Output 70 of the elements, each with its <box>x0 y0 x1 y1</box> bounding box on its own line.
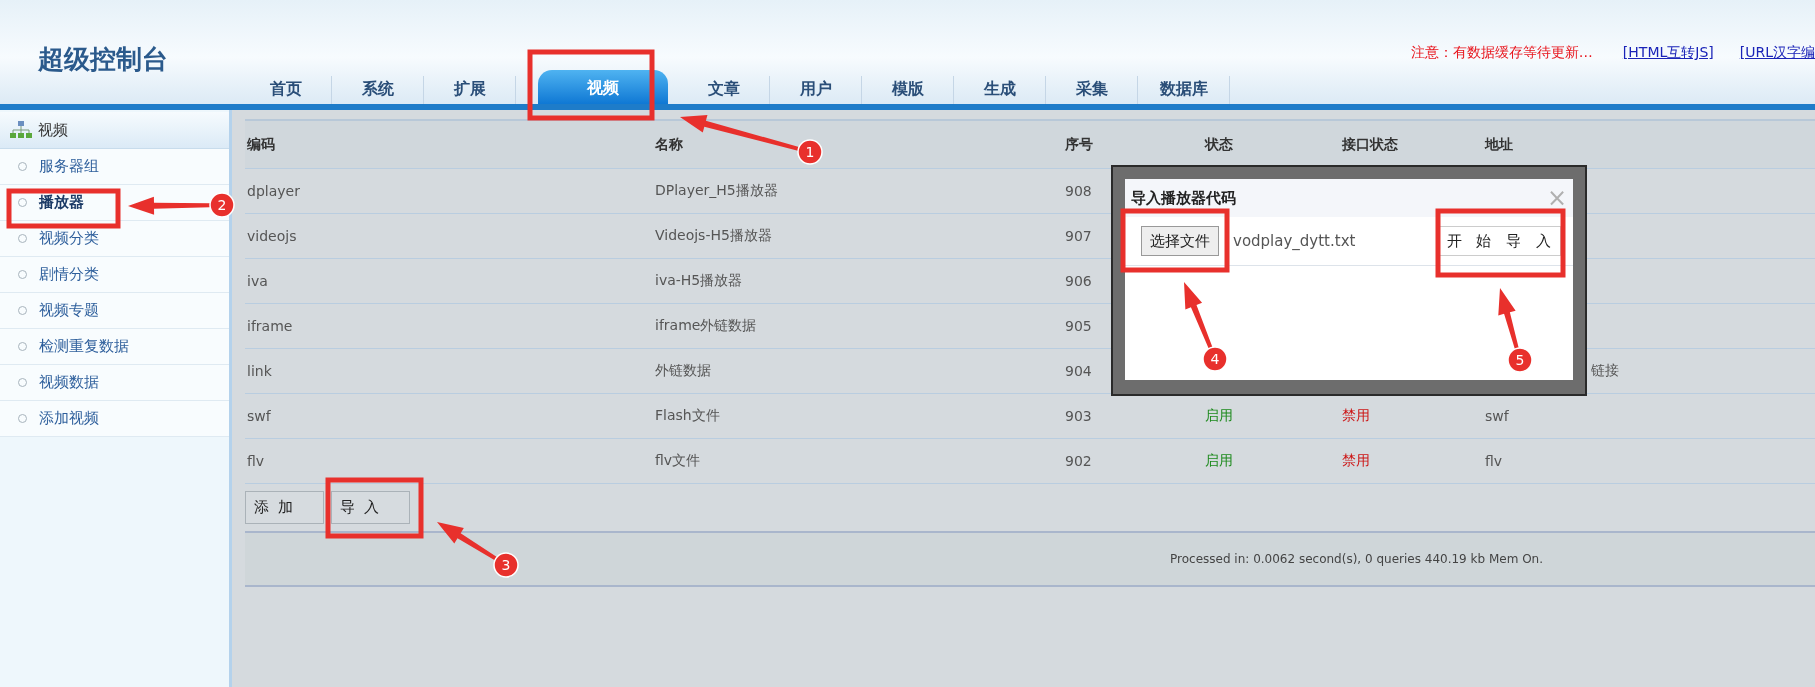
nav-tab[interactable]: 文章 <box>678 76 770 104</box>
column-header: 序号 <box>1065 135 1093 152</box>
footer-text: Processed in: 0.0062 second(s), 0 queries 440.19 kb Mem On. <box>1170 552 1544 566</box>
column-header: 接口状态 <box>1342 135 1398 152</box>
table-cell: videojs <box>247 228 297 244</box>
column-header: 编码 <box>247 135 275 152</box>
nav-tab[interactable]: 生成 <box>954 76 1046 104</box>
table-cell: flv <box>247 453 265 469</box>
number-badge: 1 <box>797 139 823 165</box>
nav-tab[interactable]: 首页 <box>240 76 332 104</box>
table-cell: iva <box>247 273 268 289</box>
table-cell: 906 <box>1065 273 1092 289</box>
table-cell: flv <box>1485 453 1503 469</box>
nav-tab[interactable]: 数据库 <box>1138 76 1230 104</box>
nav-tab[interactable]: 采集 <box>1046 76 1138 104</box>
table-cell: Videojs-H5播放器 <box>655 227 772 243</box>
action-button[interactable]: 导 入 <box>331 491 410 524</box>
table-cell: 904 <box>1065 363 1092 379</box>
table-cell: flv文件 <box>655 452 701 468</box>
nav-tab[interactable]: 扩展 <box>424 76 516 104</box>
table-cell: 907 <box>1065 228 1092 244</box>
table-cell: 链接 <box>1591 362 1619 378</box>
sidebar-title: 视频 <box>38 120 68 140</box>
notice-text: 注意：有数据缓存等待更新… <box>1410 44 1593 62</box>
file-name: vodplay_dytt.txt <box>1233 232 1356 250</box>
table-cell: 903 <box>1065 408 1092 424</box>
table-cell: swf <box>1485 408 1509 424</box>
status-text: 启用 <box>1205 452 1233 468</box>
number-badge: 4 <box>1202 346 1228 372</box>
number-badge: 5 <box>1507 347 1533 373</box>
callout-arrow <box>1184 282 1213 349</box>
status-text: 禁用 <box>1342 407 1370 423</box>
table-cell: link <box>247 363 272 379</box>
nav-tab[interactable]: 模版 <box>862 76 954 104</box>
header-link[interactable]: [HTML互转JS] <box>1622 44 1714 62</box>
nav-tab[interactable]: 用户 <box>770 76 862 104</box>
column-header: 状态 <box>1205 135 1233 152</box>
table-cell: iva-H5播放器 <box>655 272 743 288</box>
sitemap-icon <box>10 121 32 139</box>
sidebar-item[interactable]: 视频分类 <box>39 229 99 248</box>
table-cell: DPlayer_H5播放器 <box>655 182 778 198</box>
callout-arrow <box>1498 288 1519 349</box>
status-text: 禁用 <box>1342 452 1370 468</box>
table-cell: 902 <box>1065 453 1092 469</box>
callout-arrow <box>437 522 497 561</box>
sidebar-item[interactable]: 播放器 <box>39 193 84 212</box>
sidebar-item[interactable]: 剧情分类 <box>39 265 99 284</box>
table-cell: 908 <box>1065 183 1092 199</box>
table-cell: 外链数据 <box>655 362 711 378</box>
sidebar-item[interactable]: 添加视频 <box>39 409 99 428</box>
dialog-title: 导入播放器代码 <box>1131 188 1236 208</box>
table-cell: dplayer <box>247 183 300 199</box>
table-cell: 905 <box>1065 318 1092 334</box>
header-link[interactable]: [URL汉字编 <box>1739 44 1815 62</box>
table-cell: swf <box>247 408 271 424</box>
number-badge: 2 <box>209 192 235 218</box>
sidebar-item[interactable]: 视频数据 <box>39 373 99 392</box>
column-header: 名称 <box>655 135 683 152</box>
table-cell: iframe <box>247 318 293 334</box>
action-button[interactable]: 添 加 <box>245 491 324 524</box>
status-text: 启用 <box>1205 407 1233 423</box>
number-badge: 3 <box>493 552 519 578</box>
table-cell: Flash文件 <box>655 407 720 423</box>
sidebar-item[interactable]: 视频专题 <box>39 301 99 320</box>
nav-tab[interactable]: 系统 <box>332 76 424 104</box>
column-header: 地址 <box>1485 135 1513 152</box>
app-title: 超级控制台 <box>37 43 169 76</box>
sidebar-item[interactable]: 服务器组 <box>39 157 99 176</box>
table-cell: iframe外链数据 <box>655 317 757 333</box>
choose-file-button[interactable]: 选择文件 <box>1141 226 1219 256</box>
